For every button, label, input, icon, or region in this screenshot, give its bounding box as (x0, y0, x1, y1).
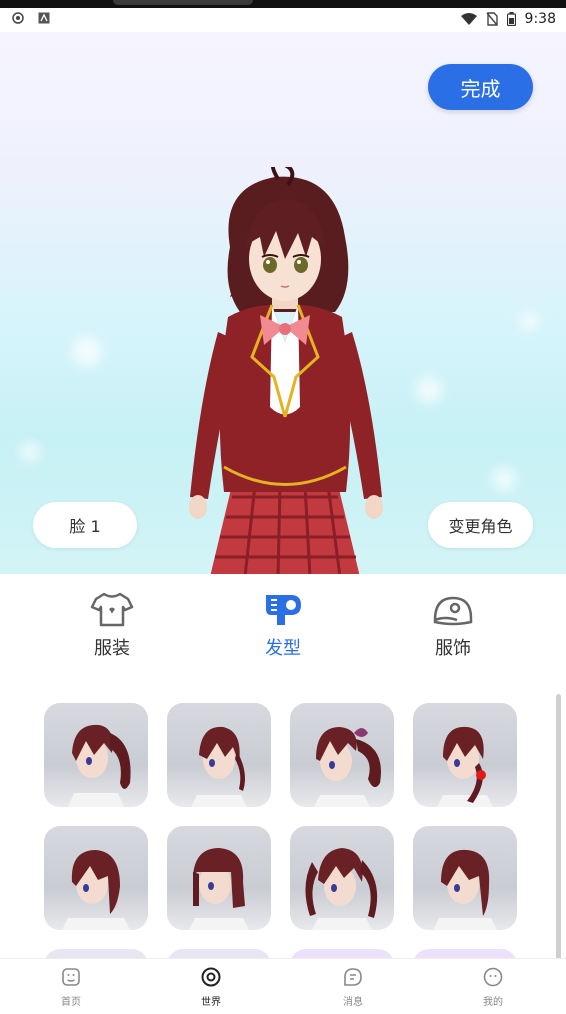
app-notification-icon (38, 12, 50, 24)
nav-world-label: 世界 (201, 997, 221, 1008)
nav-profile-label: 我的 (483, 997, 503, 1008)
hairstyle-preview (314, 727, 381, 807)
shield-status-icon (12, 12, 24, 24)
hairstyle-card[interactable] (44, 703, 148, 807)
nav-messages[interactable]: 消息 (313, 967, 393, 1008)
no-sim-icon (486, 12, 498, 26)
nav-profile[interactable]: 我的 (453, 967, 533, 1008)
hairstyle-preview (305, 848, 378, 930)
hairstyle-preview (437, 726, 493, 807)
camera-notch (113, 0, 253, 5)
hairstyle-card[interactable] (44, 949, 148, 958)
hairstyle-grid (44, 703, 524, 958)
hairstyle-card[interactable] (167, 949, 271, 958)
hairstyle-card[interactable] (413, 826, 517, 930)
tab-accessories-label: 服饰 (435, 638, 471, 659)
nav-home-label: 首页 (61, 997, 81, 1008)
hairstyle-card[interactable] (167, 826, 271, 930)
hair-dryer-icon (266, 595, 301, 625)
wifi-icon (460, 13, 477, 25)
done-button[interactable]: 完成 (428, 64, 533, 110)
battery-icon (506, 12, 516, 26)
tab-accessories[interactable]: 服饰 (393, 584, 513, 664)
home-icon (62, 968, 80, 986)
hairstyle-card[interactable] (413, 703, 517, 807)
cap-icon (433, 596, 473, 626)
tab-clothing[interactable]: 服装 (52, 584, 172, 664)
hairstyle-card[interactable] (290, 826, 394, 930)
character-preview-scene[interactable]: 完成 脸 1 变更角色 (0, 32, 566, 574)
status-time: 9:38 (524, 11, 556, 27)
hairstyle-preview (62, 850, 130, 930)
nav-world[interactable]: 世界 (171, 967, 251, 1008)
character-model[interactable] (160, 167, 410, 574)
nav-home[interactable]: 首页 (31, 967, 111, 1008)
change-role-button[interactable]: 变更角色 (428, 502, 533, 548)
tab-hairstyle-label: 发型 (265, 638, 301, 659)
hairstyle-preview (433, 849, 497, 930)
window-top-bar (0, 0, 566, 8)
status-bar: 9:38 (0, 8, 566, 32)
tab-hairstyle[interactable]: 发型 (223, 584, 343, 664)
hairstyle-preview (191, 726, 247, 807)
message-icon (344, 968, 362, 986)
hairstyle-card[interactable] (290, 949, 394, 958)
hairstyle-card[interactable] (167, 703, 271, 807)
bottom-navigation: 首页 世界 消息 我的 (0, 958, 566, 1014)
face-selector-button[interactable]: 脸 1 (33, 502, 137, 548)
tab-clothing-label: 服装 (94, 638, 130, 659)
nav-messages-label: 消息 (343, 997, 363, 1008)
hairstyle-card[interactable] (413, 949, 517, 958)
hairstyle-card[interactable] (44, 826, 148, 930)
hairstyle-preview (189, 848, 249, 930)
tshirt-icon (90, 592, 134, 627)
hairstyle-card[interactable] (290, 703, 394, 807)
profile-icon (483, 967, 503, 987)
hairstyle-preview (68, 724, 131, 807)
category-tabs: 服装 发型 服饰 (0, 574, 566, 664)
grid-scrollbar[interactable] (556, 694, 561, 994)
world-icon (201, 967, 221, 987)
